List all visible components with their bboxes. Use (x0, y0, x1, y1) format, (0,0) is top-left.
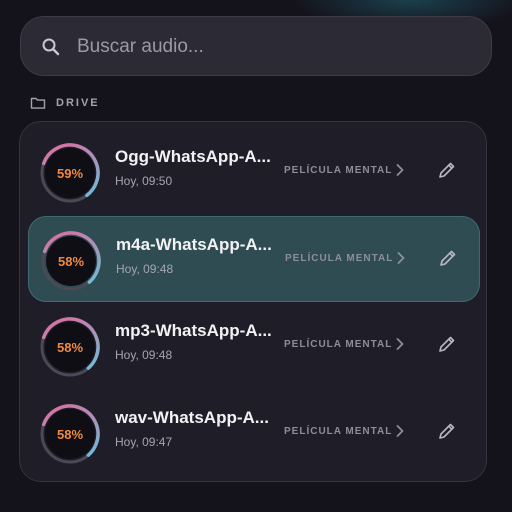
list-item[interactable]: 58% wav-WhatsApp-A... Hoy, 09:47 PELÍCUL… (28, 390, 480, 476)
progress-percent: 59% (56, 165, 84, 181)
item-tag[interactable]: PELÍCULA MENTAL (284, 339, 392, 350)
edit-pencil-icon[interactable] (436, 420, 458, 442)
item-tag[interactable]: PELÍCULA MENTAL (285, 253, 393, 264)
item-title: m4a-WhatsApp-A... (116, 235, 272, 254)
folder-icon (30, 97, 46, 109)
chevron-right-icon[interactable] (396, 250, 406, 266)
item-tag[interactable]: PELÍCULA MENTAL (284, 165, 392, 176)
progress-percent: 58% (57, 253, 85, 269)
item-title: Ogg-WhatsApp-A... (115, 147, 271, 166)
item-time: Hoy, 09:48 (116, 262, 174, 276)
chevron-right-icon[interactable] (395, 162, 405, 178)
audio-list: 59% Ogg-WhatsApp-A... Hoy, 09:50 PELÍCUL… (19, 121, 487, 482)
item-time: Hoy, 09:47 (115, 435, 173, 449)
list-item[interactable]: 59% Ogg-WhatsApp-A... Hoy, 09:50 PELÍCUL… (28, 129, 480, 215)
edit-pencil-icon[interactable] (436, 159, 458, 181)
progress-percent: 58% (56, 426, 84, 442)
chevron-right-icon[interactable] (395, 423, 405, 439)
list-item[interactable]: 58% mp3-WhatsApp-A... Hoy, 09:48 PELÍCUL… (28, 303, 480, 389)
item-tag[interactable]: PELÍCULA MENTAL (284, 426, 392, 437)
section-header: DRIVE (30, 96, 100, 110)
edit-pencil-icon[interactable] (437, 247, 459, 269)
item-time: Hoy, 09:50 (115, 174, 173, 188)
item-time: Hoy, 09:48 (115, 348, 173, 362)
progress-percent: 58% (56, 339, 84, 355)
list-item[interactable]: 58% m4a-WhatsApp-A... Hoy, 09:48 PELÍCUL… (28, 216, 480, 302)
item-title: wav-WhatsApp-A... (115, 408, 269, 427)
chevron-right-icon[interactable] (395, 336, 405, 352)
search-bar[interactable] (20, 16, 492, 77)
section-label: DRIVE (56, 97, 100, 109)
search-icon (42, 38, 60, 56)
edit-pencil-icon[interactable] (436, 333, 458, 355)
search-input[interactable] (75, 17, 479, 77)
item-title: mp3-WhatsApp-A... (115, 321, 272, 340)
